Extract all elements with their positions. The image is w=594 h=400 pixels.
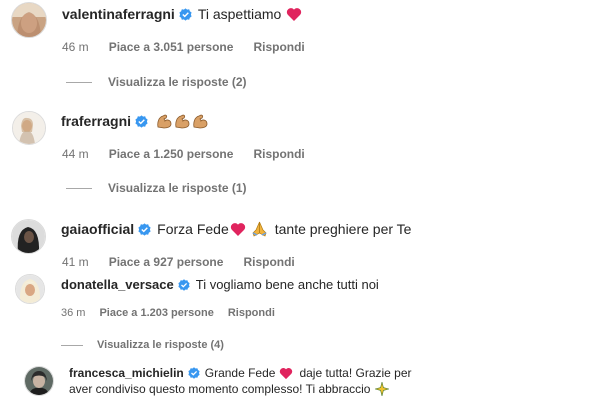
view-replies-button[interactable]: Visualizza le risposte (2) bbox=[66, 75, 247, 89]
reply-button[interactable]: Rispondi bbox=[228, 307, 275, 319]
red-heart-icon bbox=[286, 7, 302, 22]
comment-text-continued: tante preghiere per Te bbox=[274, 221, 412, 237]
likes-count[interactable]: Piace a 3.051 persone bbox=[109, 40, 234, 54]
sparkles-icon bbox=[375, 382, 390, 396]
comment-time: 44 m bbox=[62, 147, 89, 161]
verified-badge-icon bbox=[135, 114, 148, 128]
comment-time: 46 m bbox=[62, 40, 89, 54]
avatar[interactable] bbox=[24, 366, 54, 396]
comment-text-line2: aver condiviso questo momento complesso!… bbox=[69, 382, 371, 396]
username[interactable]: valentinaferragni bbox=[62, 6, 175, 22]
username[interactable]: gaiaofficial bbox=[61, 221, 134, 237]
view-replies-button[interactable]: Visualizza le risposte (4) bbox=[61, 339, 224, 351]
avatar[interactable] bbox=[12, 111, 46, 145]
username[interactable]: donatella_versace bbox=[61, 277, 174, 292]
flexed-biceps-icon bbox=[156, 113, 172, 129]
comment-text: Ti vogliamo bene anche tutti noi bbox=[195, 277, 379, 292]
comment-text-continued: daje tutta! Grazie per bbox=[299, 366, 412, 380]
divider bbox=[61, 344, 83, 346]
verified-badge-icon bbox=[179, 7, 192, 21]
comment-text: Ti aspettiamo bbox=[197, 6, 282, 22]
likes-count[interactable]: Piace a 1.203 persone bbox=[99, 307, 213, 319]
avatar[interactable] bbox=[11, 219, 46, 254]
comment-time: 41 m bbox=[62, 255, 89, 269]
avatar[interactable] bbox=[11, 2, 47, 38]
username[interactable]: francesca_michielin bbox=[69, 366, 184, 380]
divider bbox=[66, 187, 92, 189]
reply-button[interactable]: Rispondi bbox=[253, 40, 304, 54]
comment-text: Forza Fede bbox=[157, 221, 229, 237]
flexed-biceps-icon bbox=[174, 113, 190, 129]
avatar[interactable] bbox=[15, 274, 45, 304]
verified-badge-icon bbox=[178, 278, 190, 291]
likes-count[interactable]: Piace a 1.250 persone bbox=[109, 147, 234, 161]
comment-time: 36 m bbox=[61, 307, 86, 319]
view-replies-label: Visualizza le risposte (2) bbox=[108, 75, 247, 89]
view-replies-label: Visualizza le risposte (1) bbox=[108, 181, 247, 195]
username[interactable]: fraferragni bbox=[61, 113, 131, 129]
view-replies-button[interactable]: Visualizza le risposte (1) bbox=[66, 181, 247, 195]
red-heart-icon bbox=[230, 222, 246, 237]
red-heart-icon bbox=[279, 367, 293, 380]
likes-count[interactable]: Piace a 927 persone bbox=[109, 255, 224, 269]
verified-badge-icon bbox=[138, 222, 151, 236]
folded-hands-icon bbox=[251, 221, 268, 237]
reply-button[interactable]: Rispondi bbox=[253, 147, 304, 161]
view-replies-label: Visualizza le risposte (4) bbox=[97, 339, 224, 351]
verified-badge-icon bbox=[188, 367, 200, 379]
flexed-biceps-icon bbox=[192, 113, 208, 129]
divider bbox=[66, 81, 92, 83]
reply-button[interactable]: Rispondi bbox=[243, 255, 294, 269]
comment-text: Grande Fede bbox=[204, 366, 276, 380]
